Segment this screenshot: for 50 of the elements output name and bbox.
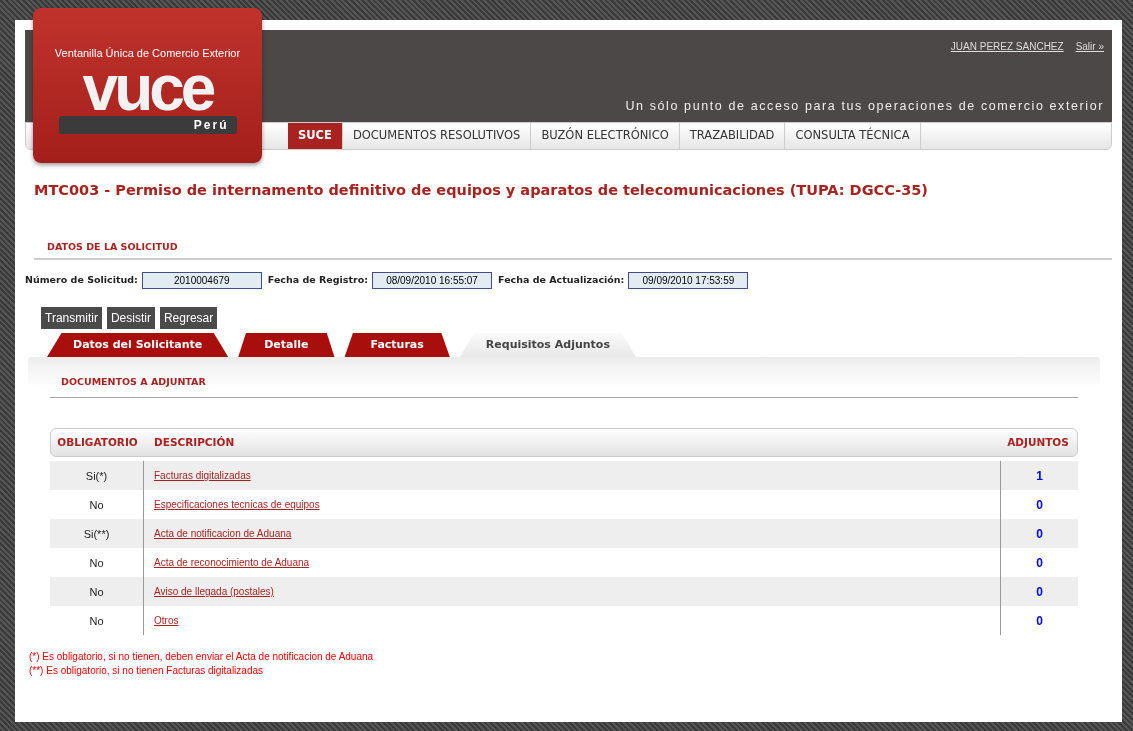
attachment-count[interactable]: 0 xyxy=(1036,553,1043,572)
field-label: Fecha de Registro: xyxy=(267,273,369,288)
table-cell-text: Si(*) xyxy=(84,468,109,484)
logout-link[interactable]: Salir » xyxy=(1075,41,1104,52)
table-cell-text: No xyxy=(88,497,105,513)
column-header: DESCRIPCIÓN xyxy=(153,434,236,450)
logo-country: Perú xyxy=(58,115,237,134)
column-header: ADJUNTOS xyxy=(1006,434,1070,450)
input-field[interactable]: 2010004679 xyxy=(141,272,262,289)
attachment-count[interactable]: 0 xyxy=(1036,611,1043,630)
tab[interactable]: Detalle xyxy=(238,333,335,357)
attachment-count[interactable]: 1 xyxy=(1036,466,1043,485)
attachment-count[interactable]: 0 xyxy=(1036,524,1043,543)
document-link[interactable]: Facturas digitalizadas xyxy=(154,468,251,484)
user-link[interactable]: JUAN PEREZ SANCHEZ xyxy=(950,41,1064,52)
table-cell-text: Si(**) xyxy=(82,526,111,542)
nav-tab[interactable]: DOCUMENTOS RESOLUTIVOS xyxy=(342,123,532,149)
logo-tagline: Ventanilla Única de Comercio Exterior xyxy=(54,46,241,61)
table-cell-text: No xyxy=(88,584,105,600)
action-button[interactable]: Regresar xyxy=(159,307,218,329)
table-cell-text: No xyxy=(88,613,105,629)
input-field[interactable]: 09/09/2010 17:53:59 xyxy=(628,272,749,289)
column-header: OBLIGATORIO xyxy=(56,434,139,450)
tab[interactable]: Requisitos Adjuntos xyxy=(459,333,636,357)
footnote: (**) Es obligatorio, si no tienen Facturas digitalizadas xyxy=(29,664,264,679)
nav-tab[interactable]: TRAZABILIDAD xyxy=(679,123,786,149)
nav-tab[interactable]: SUCE xyxy=(288,123,343,149)
tab[interactable]: Datos del Solicitante xyxy=(47,333,229,357)
action-button[interactable]: Transmitir xyxy=(41,307,102,329)
nav-tab[interactable]: CONSULTA TÉCNICA xyxy=(785,123,921,149)
documents-title: DOCUMENTOS A ADJUNTAR xyxy=(50,375,1078,399)
tab[interactable]: Facturas xyxy=(344,333,450,357)
document-link[interactable]: Aviso de llegada (postales) xyxy=(154,584,274,600)
document-link[interactable]: Acta de notificacion de Aduana xyxy=(154,526,292,542)
header-slogan: Un sólo punto de acceso para tus operaciones de comercio exterior xyxy=(625,98,1104,116)
nav-tab[interactable]: BUZÓN ELECTRÓNICO xyxy=(531,123,680,149)
page-title: MTC003 - Permiso de internamento definitivo de equipos y aparatos de telecomunicaciones (TUPA: DGCC-35) xyxy=(34,181,929,200)
document-link[interactable]: Otros xyxy=(154,613,179,629)
action-button[interactable]: Desistir xyxy=(106,307,155,329)
footnote: (*) Es obligatorio, si no tienen, deben enviar el Acta de notificacion de Aduana xyxy=(29,650,375,665)
attachment-count[interactable]: 0 xyxy=(1036,495,1043,514)
section-title: DATOS DE LA SOLICITUD xyxy=(34,239,1112,260)
field-label: Fecha de Actualización: xyxy=(498,273,625,288)
logo-wordmark: vuce xyxy=(82,61,213,114)
document-link[interactable]: Acta de reconocimiento de Aduana xyxy=(154,555,310,571)
field-label: Número de Solicitud: xyxy=(25,273,138,288)
attachment-count[interactable]: 0 xyxy=(1036,582,1043,601)
input-field[interactable]: 08/09/2010 16:55:07 xyxy=(372,272,493,289)
table-cell-text: No xyxy=(88,555,105,571)
document-link[interactable]: Especificaciones tecnicas de equipos xyxy=(154,497,320,513)
